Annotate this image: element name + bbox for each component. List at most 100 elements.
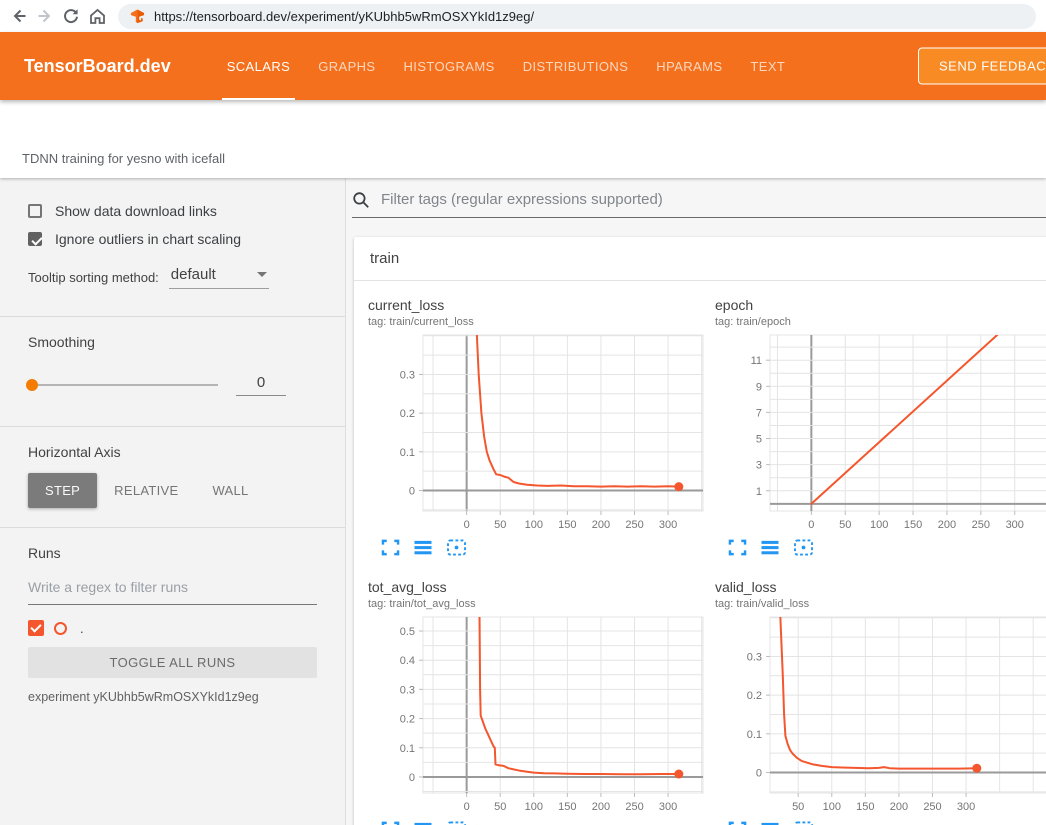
- back-icon[interactable]: [6, 3, 32, 29]
- fullscreen-icon[interactable]: [728, 821, 747, 825]
- svg-text:7: 7: [756, 407, 762, 419]
- tooltip-sorting-label: Tooltip sorting method:: [28, 270, 159, 289]
- smoothing-slider-row: 0: [28, 374, 317, 426]
- runs-filter: [28, 574, 317, 605]
- svg-text:250: 250: [625, 519, 643, 531]
- smoothing-label: Smoothing: [28, 317, 317, 350]
- train-group-card: train current_loss tag: train/current_lo…: [354, 237, 1046, 825]
- log-scale-icon[interactable]: [760, 821, 780, 825]
- show-download-links-checkbox[interactable]: [28, 204, 42, 218]
- fit-domain-icon[interactable]: [446, 821, 467, 825]
- url-bar[interactable]: https://tensorboard.dev/experiment/yKUbh…: [118, 4, 1036, 29]
- svg-text:150: 150: [856, 801, 874, 813]
- ignore-outliers-checkbox[interactable]: [28, 232, 42, 246]
- tab-hparams[interactable]: HPARAMS: [642, 32, 736, 100]
- svg-text:150: 150: [558, 801, 576, 813]
- fullscreen-icon[interactable]: [381, 539, 400, 559]
- chart-plot[interactable]: 5010015020025030000.10.20.3: [715, 613, 1046, 815]
- svg-text:0.3: 0.3: [747, 651, 762, 663]
- svg-text:3: 3: [756, 460, 762, 472]
- svg-text:300: 300: [1006, 519, 1024, 531]
- svg-text:11: 11: [751, 355, 762, 367]
- chart-tag: tag: train/epoch: [715, 316, 1046, 328]
- tag-filter-input[interactable]: [379, 190, 1046, 209]
- tab-graphs[interactable]: GRAPHS: [304, 32, 389, 100]
- fit-domain-icon[interactable]: [446, 539, 467, 559]
- nav-tabs: SCALARS GRAPHS HISTOGRAMS DISTRIBUTIONS …: [213, 32, 800, 100]
- tab-histograms[interactable]: HISTOGRAMS: [390, 32, 509, 100]
- svg-text:200: 200: [592, 801, 610, 813]
- fit-domain-icon[interactable]: [793, 539, 814, 559]
- url-text: https://tensorboard.dev/experiment/yKUbh…: [154, 9, 534, 24]
- svg-text:0.4: 0.4: [400, 655, 415, 667]
- run-color-circle: [54, 622, 67, 635]
- ignore-outliers-label: Ignore outliers in chart scaling: [55, 231, 241, 247]
- axis-step-button[interactable]: STEP: [28, 473, 97, 508]
- svg-text:50: 50: [494, 801, 506, 813]
- charts-grid: current_loss tag: train/current_loss 050…: [354, 281, 1046, 825]
- tab-distributions[interactable]: DISTRIBUTIONS: [509, 32, 643, 100]
- svg-text:100: 100: [823, 801, 841, 813]
- chart-card-epoch: epoch tag: train/epoch 05010015020025030…: [715, 297, 1046, 559]
- chart-plot[interactable]: 05010015020025030000.10.20.3: [368, 331, 708, 533]
- svg-text:150: 150: [558, 519, 576, 531]
- smoothing-value-field[interactable]: 0: [236, 374, 286, 396]
- chart-plot[interactable]: 05010015020025030000.10.20.30.40.5: [368, 613, 708, 815]
- chart-title: tot_avg_loss: [368, 579, 708, 595]
- fullscreen-icon[interactable]: [728, 539, 747, 559]
- send-feedback-button[interactable]: SEND FEEDBACK: [918, 48, 1046, 85]
- chevron-down-icon: [257, 272, 267, 277]
- svg-text:0.1: 0.1: [747, 729, 762, 741]
- chart-card-valid-loss: valid_loss tag: train/valid_loss 5010015…: [715, 579, 1046, 825]
- tooltip-sorting-value: default: [171, 266, 216, 283]
- svg-text:50: 50: [494, 519, 506, 531]
- smoothing-slider-thumb[interactable]: [26, 379, 38, 391]
- ignore-outliers-row: Ignore outliers in chart scaling: [28, 231, 317, 247]
- svg-text:200: 200: [890, 801, 908, 813]
- log-scale-icon[interactable]: [413, 821, 433, 825]
- browser-chrome: https://tensorboard.dev/experiment/yKUbh…: [0, 0, 1046, 32]
- chart-actions: [728, 539, 1046, 559]
- home-icon[interactable]: [84, 3, 110, 29]
- fullscreen-icon[interactable]: [381, 821, 400, 825]
- runs-filter-input[interactable]: [28, 574, 317, 605]
- svg-text:200: 200: [938, 519, 956, 531]
- toggle-all-runs-button[interactable]: TOGGLE ALL RUNS: [28, 647, 317, 678]
- svg-text:100: 100: [870, 519, 888, 531]
- svg-text:100: 100: [525, 519, 543, 531]
- svg-text:0: 0: [756, 767, 762, 779]
- svg-text:250: 250: [625, 801, 643, 813]
- chart-actions: [381, 821, 708, 825]
- chart-tag: tag: train/valid_loss: [715, 598, 1046, 610]
- svg-text:200: 200: [592, 519, 610, 531]
- show-download-links-row: Show data download links: [28, 178, 317, 219]
- svg-text:0: 0: [409, 772, 415, 784]
- chart-tag: tag: train/current_loss: [368, 316, 708, 328]
- tooltip-sorting-row: Tooltip sorting method: default: [28, 266, 317, 316]
- forward-icon[interactable]: [32, 3, 58, 29]
- settings-sidebar: Show data download links Ignore outliers…: [0, 178, 346, 825]
- tooltip-sorting-dropdown[interactable]: default: [169, 266, 269, 289]
- fit-domain-icon[interactable]: [793, 821, 814, 825]
- content: Show data download links Ignore outliers…: [0, 178, 1046, 825]
- svg-text:0.2: 0.2: [400, 714, 415, 726]
- scalars-dashboard: train current_loss tag: train/current_lo…: [346, 178, 1046, 825]
- run-checkbox[interactable]: [28, 620, 44, 636]
- log-scale-icon[interactable]: [760, 539, 780, 559]
- train-group-header[interactable]: train: [354, 237, 1046, 281]
- horizontal-axis-section: Horizontal Axis STEP RELATIVE WALL: [0, 427, 345, 527]
- svg-text:0.2: 0.2: [747, 690, 762, 702]
- tensorboard-favicon: [130, 9, 145, 24]
- reload-icon[interactable]: [58, 3, 84, 29]
- chart-plot[interactable]: 0501001502002503001357911: [715, 331, 1046, 533]
- smoothing-slider[interactable]: [28, 384, 218, 386]
- tab-text[interactable]: TEXT: [736, 32, 799, 100]
- app-logo[interactable]: TensorBoard.dev: [24, 56, 171, 77]
- log-scale-icon[interactable]: [413, 539, 433, 559]
- train-group-label: train: [370, 250, 399, 267]
- svg-text:0: 0: [464, 519, 470, 531]
- tab-scalars[interactable]: SCALARS: [213, 32, 305, 100]
- axis-wall-button[interactable]: WALL: [195, 473, 265, 508]
- experiment-bar: TDNN training for yesno with icefall: [0, 100, 1046, 178]
- axis-relative-button[interactable]: RELATIVE: [97, 473, 195, 508]
